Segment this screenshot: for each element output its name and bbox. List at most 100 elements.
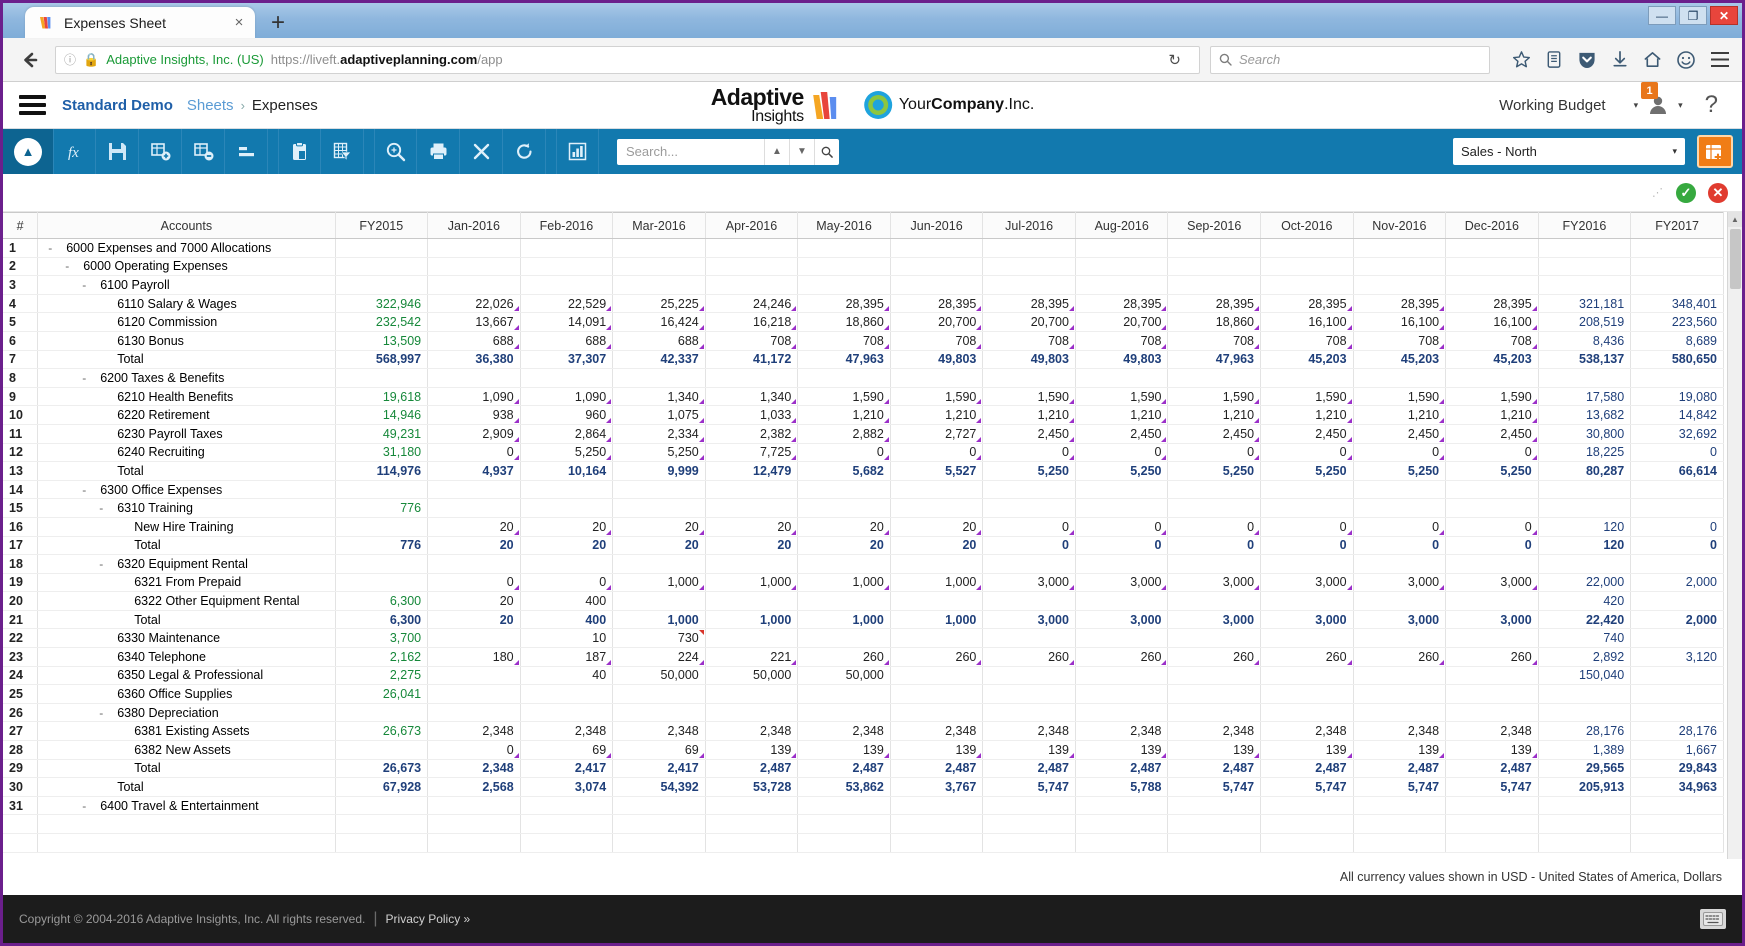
empty-cell[interactable] bbox=[612, 814, 706, 834]
value-cell[interactable]: 348,401 bbox=[1630, 294, 1724, 314]
value-cell[interactable]: 688 bbox=[612, 331, 706, 351]
value-cell[interactable]: 66,614 bbox=[1630, 461, 1724, 481]
value-cell[interactable] bbox=[612, 498, 706, 518]
value-cell[interactable]: 740 bbox=[1538, 628, 1632, 649]
value-cell[interactable]: 2,348 bbox=[1260, 721, 1354, 742]
value-cell[interactable]: 13,667 bbox=[427, 312, 521, 332]
back-arrow-icon[interactable] bbox=[15, 45, 45, 75]
table-row[interactable]: 5 6120 Commission 232,542 13,667 14,091 16,42… bbox=[3, 312, 1724, 332]
value-cell[interactable]: 0 bbox=[1630, 536, 1724, 556]
value-cell[interactable]: 28,395 bbox=[1353, 294, 1447, 314]
value-cell[interactable] bbox=[1630, 684, 1724, 704]
level-select[interactable]: Sales - North ▾ bbox=[1453, 138, 1685, 165]
row-number-cell[interactable]: 24 bbox=[3, 666, 39, 686]
value-cell[interactable] bbox=[1353, 554, 1447, 574]
formula-button[interactable]: fx bbox=[53, 129, 96, 174]
value-cell[interactable]: 5,747 bbox=[982, 777, 1076, 797]
value-cell[interactable] bbox=[1353, 368, 1447, 388]
value-cell[interactable]: 0 bbox=[1630, 517, 1724, 537]
value-cell[interactable]: 41,172 bbox=[705, 350, 799, 370]
value-cell[interactable] bbox=[520, 703, 614, 723]
value-cell[interactable] bbox=[520, 684, 614, 704]
value-cell[interactable]: 1,590 bbox=[982, 387, 1076, 407]
value-cell[interactable]: 0 bbox=[982, 517, 1076, 537]
account-name-cell[interactable]: 6350 Legal & Professional bbox=[37, 666, 336, 686]
value-cell[interactable]: 2,275 bbox=[335, 666, 429, 686]
value-cell[interactable]: 1,667 bbox=[1630, 740, 1724, 760]
value-cell[interactable]: 20 bbox=[797, 536, 891, 556]
value-cell[interactable] bbox=[1260, 554, 1354, 574]
home-icon[interactable] bbox=[1643, 50, 1662, 69]
value-cell[interactable]: 139 bbox=[1353, 740, 1447, 760]
row-expander-icon[interactable]: - bbox=[99, 555, 103, 572]
value-cell[interactable] bbox=[1167, 554, 1262, 574]
row-number-cell[interactable]: 21 bbox=[3, 610, 39, 630]
empty-cell[interactable] bbox=[1075, 814, 1169, 834]
value-cell[interactable]: 1,033 bbox=[705, 405, 799, 425]
value-cell[interactable] bbox=[982, 480, 1076, 500]
value-cell[interactable] bbox=[1445, 238, 1539, 258]
value-cell[interactable]: 938 bbox=[427, 405, 521, 425]
value-cell[interactable] bbox=[890, 703, 984, 723]
value-cell[interactable]: 120 bbox=[1538, 536, 1632, 556]
value-cell[interactable]: 30,800 bbox=[1538, 424, 1632, 444]
row-number-cell[interactable]: 1 bbox=[3, 238, 39, 258]
value-cell[interactable]: 69 bbox=[612, 740, 706, 760]
value-cell[interactable] bbox=[797, 480, 891, 500]
value-cell[interactable] bbox=[612, 368, 706, 388]
value-cell[interactable] bbox=[427, 238, 521, 258]
value-cell[interactable]: 1,590 bbox=[1260, 387, 1354, 407]
row-number-cell[interactable]: 22 bbox=[3, 628, 39, 649]
value-cell[interactable] bbox=[1538, 257, 1632, 277]
table-row[interactable]: 17 Total 776 20 20 20 20 20 20 0 0 0 0 0 0 120 0 bbox=[3, 536, 1724, 556]
value-cell[interactable] bbox=[335, 740, 429, 760]
table-row[interactable]: 16 New Hire Training 20 20 20 20 20 20 0 0 0 0 0 0 120… bbox=[3, 517, 1724, 537]
value-cell[interactable]: 5,250 bbox=[1075, 461, 1169, 481]
value-cell[interactable] bbox=[520, 554, 614, 574]
value-cell[interactable]: 5,250 bbox=[612, 443, 706, 463]
value-cell[interactable]: 2,382 bbox=[705, 424, 799, 444]
value-cell[interactable]: 5,788 bbox=[1075, 777, 1169, 797]
value-cell[interactable]: 2,000 bbox=[1630, 573, 1724, 593]
value-cell[interactable]: 0 bbox=[427, 740, 521, 760]
empty-cell[interactable] bbox=[1167, 833, 1262, 853]
value-cell[interactable]: 0 bbox=[1075, 536, 1169, 556]
value-cell[interactable] bbox=[1167, 257, 1262, 277]
table-row[interactable]: 22 6330 Maintenance 3,700 10 730 740 bbox=[3, 628, 1724, 649]
empty-cell[interactable] bbox=[705, 814, 799, 834]
value-cell[interactable]: 0 bbox=[1353, 443, 1447, 463]
breadcrumb-app-name[interactable]: Standard Demo bbox=[62, 97, 173, 114]
account-name-cell[interactable]: Total bbox=[37, 777, 336, 797]
value-cell[interactable] bbox=[1445, 368, 1539, 388]
cancel-button[interactable] bbox=[460, 129, 503, 174]
row-expander-icon[interactable]: - bbox=[99, 704, 103, 721]
value-cell[interactable]: 114,976 bbox=[335, 461, 429, 481]
empty-cell[interactable] bbox=[427, 833, 521, 853]
value-cell[interactable]: 49,803 bbox=[982, 350, 1076, 370]
keyboard-icon[interactable] bbox=[1700, 909, 1726, 929]
table-row[interactable]: 8-6200 Taxes & Benefits bbox=[3, 368, 1724, 388]
value-cell[interactable] bbox=[1260, 238, 1354, 258]
value-cell[interactable] bbox=[1630, 480, 1724, 500]
value-cell[interactable]: 708 bbox=[797, 331, 891, 351]
value-cell[interactable] bbox=[705, 480, 799, 500]
pocket-shield-icon[interactable] bbox=[1577, 50, 1597, 69]
value-cell[interactable]: 3,700 bbox=[335, 628, 429, 649]
empty-cell[interactable] bbox=[890, 833, 984, 853]
value-cell[interactable]: 5,250 bbox=[1167, 461, 1262, 481]
account-name-cell[interactable]: 6120 Commission bbox=[37, 312, 336, 332]
row-number-cell[interactable]: 28 bbox=[3, 740, 39, 760]
value-cell[interactable] bbox=[1167, 238, 1262, 258]
empty-cell[interactable] bbox=[37, 814, 336, 834]
value-cell[interactable]: 26,041 bbox=[335, 684, 429, 704]
help-icon[interactable]: ? bbox=[1691, 91, 1728, 119]
value-cell[interactable]: 139 bbox=[1445, 740, 1539, 760]
value-cell[interactable]: 6,300 bbox=[335, 591, 429, 611]
value-cell[interactable] bbox=[890, 796, 984, 816]
value-cell[interactable]: 260 bbox=[797, 647, 891, 667]
value-cell[interactable] bbox=[1260, 666, 1354, 686]
value-cell[interactable] bbox=[612, 257, 706, 277]
value-cell[interactable]: 0 bbox=[1260, 517, 1354, 537]
account-name-cell[interactable]: 6220 Retirement bbox=[37, 405, 336, 425]
value-cell[interactable]: 1,340 bbox=[705, 387, 799, 407]
